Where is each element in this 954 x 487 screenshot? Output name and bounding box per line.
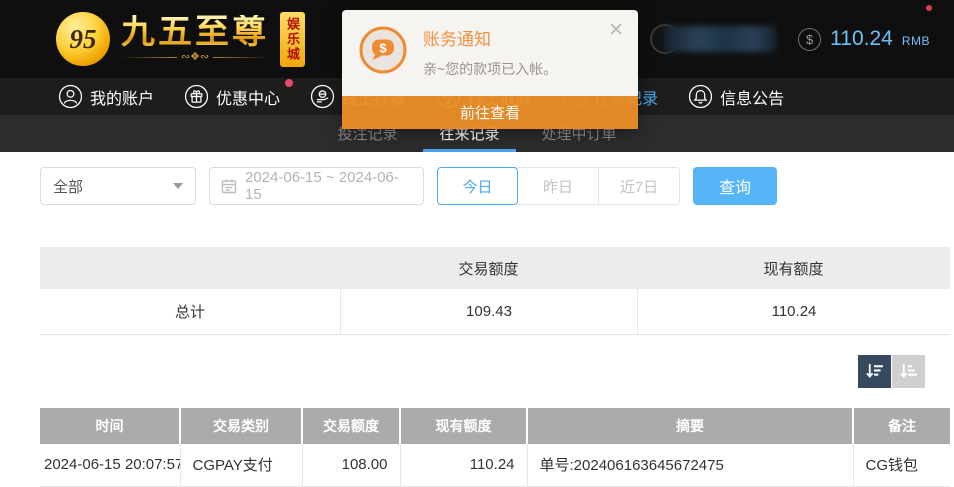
cell-transaction-amount: 108.00 xyxy=(302,444,400,486)
search-button[interactable]: 查询 xyxy=(693,167,777,205)
balance-currency: RMB xyxy=(902,34,930,48)
brand-title: 九五至尊 xyxy=(121,15,269,51)
notification-title: 账务通知 xyxy=(423,25,557,50)
deposit-icon xyxy=(310,84,335,109)
col-header-transaction-amount: 交易额度 xyxy=(302,408,400,444)
logo-flourish-ornament: ∾❖∾ xyxy=(120,52,270,63)
red-dot xyxy=(926,5,932,11)
nav-item-announcements[interactable]: 信息公告 xyxy=(688,84,784,109)
type-select-value: 全部 xyxy=(53,176,83,197)
cell-current-amount: 110.24 xyxy=(400,444,527,486)
gift-icon xyxy=(184,84,209,109)
notification-body: $ 账务通知 亲~您的款项已入帐。 ✕ xyxy=(342,10,638,96)
summary-header-transaction: 交易额度 xyxy=(340,247,637,289)
filter-row: 全部 2024-06-15 ~ 2024-06-15 今日 昨日 近7日 查询 xyxy=(40,167,954,205)
records-table: 时间 交易类别 交易额度 现有额度 摘要 备注 2024-06-15 20:07… xyxy=(40,408,950,487)
svg-text:$: $ xyxy=(379,41,387,56)
logo-95-icon: 95 xyxy=(56,12,110,66)
sort-descending-button[interactable] xyxy=(858,355,891,388)
notification-popup: $ 账务通知 亲~您的款项已入帐。 ✕ 前往查看 xyxy=(342,10,638,129)
quick-yesterday-button[interactable]: 昨日 xyxy=(518,167,599,205)
cell-time: 2024-06-15 20:07:57 xyxy=(40,444,180,486)
date-range-value: 2024-06-15 ~ 2024-06-15 xyxy=(245,169,412,203)
summary-header-row: 交易额度 现有额度 xyxy=(40,247,950,289)
summary-header-current: 现有额度 xyxy=(637,247,950,289)
col-header-summary: 摘要 xyxy=(527,408,853,444)
nav-item-my-account[interactable]: 我的账户 xyxy=(58,84,154,109)
summary-total-label: 总计 xyxy=(40,289,340,334)
cell-summary: 单号:202406163645672475 xyxy=(527,444,853,486)
money-message-icon: $ xyxy=(358,25,408,79)
sort-controls xyxy=(40,355,950,388)
nav-label: 信息公告 xyxy=(720,85,784,109)
dollar-icon: $ xyxy=(798,28,821,51)
records-header-row: 时间 交易类别 交易额度 现有额度 摘要 备注 xyxy=(40,408,950,444)
type-select[interactable]: 全部 xyxy=(40,167,196,205)
cell-remark: CG钱包 xyxy=(853,444,950,486)
brand-badge: 娱乐城 xyxy=(280,12,305,67)
quick-date-group: 今日 昨日 近7日 xyxy=(437,167,680,205)
col-header-time: 时间 xyxy=(40,408,180,444)
col-header-remark: 备注 xyxy=(853,408,950,444)
content-area: 全部 2024-06-15 ~ 2024-06-15 今日 昨日 近7日 查询 … xyxy=(0,152,954,487)
sort-asc-icon xyxy=(898,361,919,382)
sort-desc-icon xyxy=(864,361,885,382)
notification-message: 亲~您的款项已入帐。 xyxy=(423,59,557,79)
col-header-type: 交易类别 xyxy=(180,408,302,444)
balance-display[interactable]: $ 110.24 RMB xyxy=(798,27,930,51)
user-icon xyxy=(58,84,83,109)
cell-type: CGPAY支付 xyxy=(180,444,302,486)
summary-table: 交易额度 现有额度 总计 109.43 110.24 xyxy=(40,247,950,335)
summary-header-empty xyxy=(40,247,340,289)
notification-text: 账务通知 亲~您的款项已入帐。 xyxy=(423,25,557,79)
nav-item-promotions[interactable]: 优惠中心 xyxy=(184,84,280,109)
nav-label: 我的账户 xyxy=(90,85,154,109)
quick-today-button[interactable]: 今日 xyxy=(437,167,518,205)
go-view-button[interactable]: 前往查看 xyxy=(342,96,638,129)
summary-transaction-value: 109.43 xyxy=(340,289,637,334)
new-badge-dot xyxy=(285,79,293,87)
col-header-current-amount: 现有额度 xyxy=(400,408,527,444)
sort-ascending-button[interactable] xyxy=(892,355,925,388)
brand-logo[interactable]: 95 九五至尊 ∾❖∾ 娱乐城 xyxy=(56,12,305,67)
date-range-input[interactable]: 2024-06-15 ~ 2024-06-15 xyxy=(209,167,424,205)
bell-icon xyxy=(688,84,713,109)
summary-total-row: 总计 109.43 110.24 xyxy=(40,289,950,335)
quick-last7days-button[interactable]: 近7日 xyxy=(599,167,680,205)
user-account-area[interactable] xyxy=(650,24,776,54)
chevron-down-icon xyxy=(173,183,183,189)
summary-current-value: 110.24 xyxy=(637,289,950,334)
username-redacted xyxy=(664,26,776,52)
close-icon[interactable]: ✕ xyxy=(608,21,624,40)
nav-label: 优惠中心 xyxy=(216,85,280,109)
calendar-icon xyxy=(221,178,237,194)
table-row: 2024-06-15 20:07:57 CGPAY支付 108.00 110.2… xyxy=(40,444,950,486)
balance-amount: 110.24 xyxy=(830,27,893,51)
